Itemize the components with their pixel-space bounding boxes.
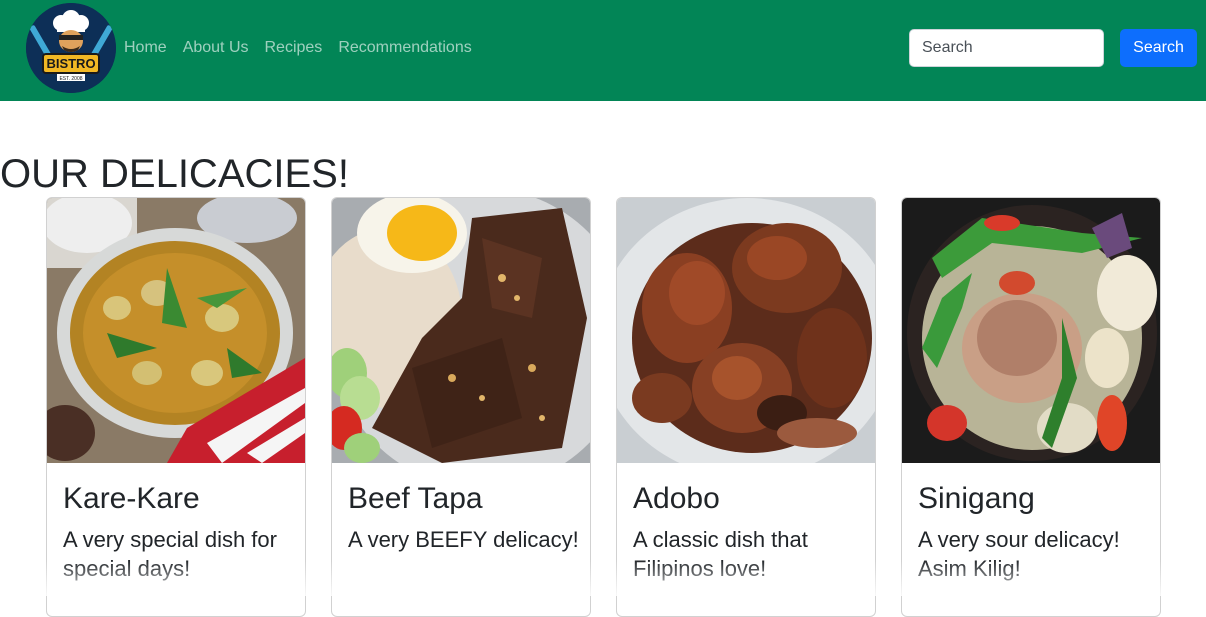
dish-card-beef-tapa[interactable]: Beef Tapa A very BEEFY delicacy! [331, 197, 591, 617]
bistro-logo[interactable]: BISTRO EST. 2008 [26, 3, 116, 93]
card-text: A classic dish that Filipinos love! [633, 527, 808, 581]
adobo-photo [617, 198, 875, 463]
logo-est-text: EST. 2008 [59, 76, 82, 82]
card-title: Adobo [633, 482, 720, 515]
beef-tapa-photo [332, 198, 590, 463]
dish-card-sinigang[interactable]: Sinigang A very sour delicacy! Asim Kili… [901, 197, 1161, 617]
nav-item-about-us[interactable]: About Us [183, 38, 249, 58]
search-button[interactable]: Search [1120, 29, 1197, 67]
card-text: A very special dish for special days! [63, 527, 277, 581]
chef-logo-icon: BISTRO EST. 2008 [26, 3, 116, 93]
navbar: BISTRO EST. 2008 Home About Us Recipes R… [0, 0, 1206, 101]
card-text: A very BEEFY delicacy! [348, 527, 579, 552]
card-text: A very sour delicacy! Asim Kilig! [918, 527, 1120, 581]
nav-item-recipes[interactable]: Recipes [265, 38, 323, 58]
nav-item-home[interactable]: Home [124, 38, 167, 58]
search-input[interactable] [909, 29, 1104, 67]
card-title: Sinigang [918, 482, 1035, 515]
kare-kare-photo [47, 198, 305, 463]
nav-links: Home About Us Recipes Recommendations [124, 38, 472, 58]
card-title: Kare-Kare [63, 482, 200, 515]
nav-item-recommendations[interactable]: Recommendations [338, 38, 471, 58]
logo-wordmark: BISTRO [46, 56, 95, 71]
page-title: OUR DELICACIES! [0, 152, 349, 196]
card-title: Beef Tapa [348, 482, 483, 515]
dish-card-adobo[interactable]: Adobo A classic dish that Filipinos love… [616, 197, 876, 617]
dish-card-kare-kare[interactable]: Kare-Kare A very special dish for specia… [46, 197, 306, 617]
sinigang-photo [902, 198, 1160, 463]
